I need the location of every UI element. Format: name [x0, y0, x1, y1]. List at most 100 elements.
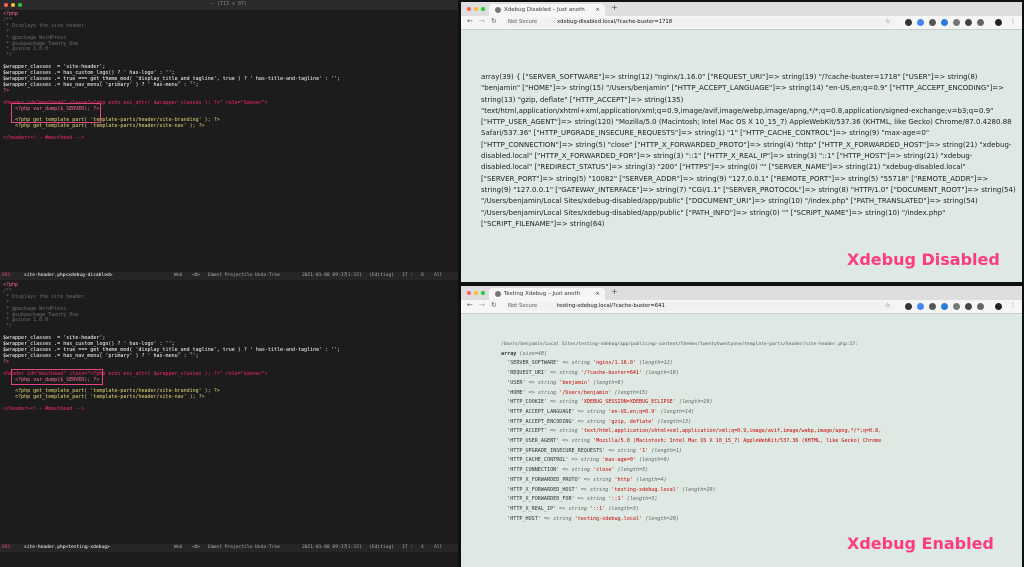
- minimize-window-icon[interactable]: [474, 7, 478, 11]
- var-dump-output: array(39) { ["SERVER_SOFTWARE"]=> string…: [481, 73, 1016, 228]
- url-text[interactable]: xdebug-disabled.local/?cache-buster=1718: [557, 18, 672, 27]
- dump-key: 'HTTP_COOKIE': [501, 399, 551, 406]
- reload-icon[interactable]: ↻: [491, 17, 497, 25]
- star-icon[interactable]: ☆: [885, 18, 890, 25]
- dump-value: '/?cache-buster=641': [580, 370, 646, 377]
- dump-value: 'Mozilla/5.0 (Macintosh; Intel Mac OS X …: [593, 438, 885, 445]
- zoom-window-icon[interactable]: [481, 7, 485, 11]
- dump-type: string: [586, 408, 609, 415]
- dump-value: 'max-age=0': [602, 457, 640, 464]
- dump-value: 'en-US,en;q=0.9': [608, 408, 661, 415]
- extension-icon[interactable]: [905, 303, 912, 310]
- dump-row: 'HTTP_ACCEPT_ENCODING' => string 'gzip, …: [501, 418, 884, 428]
- extension-icon[interactable]: [917, 303, 924, 310]
- profile-avatar-icon[interactable]: [995, 303, 1002, 310]
- tab-strip: Xdebug Disabled – Just anoth × +: [461, 2, 1022, 16]
- star-icon[interactable]: ☆: [885, 302, 890, 309]
- dump-value: 'nginx/1.16.0': [593, 360, 640, 367]
- browser-tab[interactable]: Xdebug Disabled – Just anoth ×: [489, 4, 605, 16]
- dump-type: string: [537, 389, 560, 396]
- reload-icon[interactable]: ↻: [491, 301, 497, 309]
- dump-arrow: =>: [562, 438, 572, 445]
- status-line: 17 :: [402, 273, 414, 278]
- browser-tab[interactable]: Testing Xdebug – Just anoth ×: [489, 288, 605, 300]
- dump-type: string: [537, 379, 560, 386]
- mode-line-top: 681 site-header.php<xdebug-disabled> Web…: [0, 272, 458, 280]
- dump-row: 'HTTP_CONNECTION' => string 'close' (len…: [501, 466, 884, 476]
- close-window-icon[interactable]: [467, 7, 471, 11]
- dump-arrow: =>: [562, 467, 572, 474]
- status-filename: site-header.php<testing-xdebug>: [24, 545, 110, 550]
- dump-type: string: [586, 496, 609, 503]
- page-content: array(39) { ["SERVER_SOFTWARE"]=> string…: [461, 30, 1022, 282]
- dump-type: string: [571, 360, 594, 367]
- code-line[interactable]: </header><!-- #masthead -->: [3, 406, 340, 413]
- tab-close-icon[interactable]: ×: [595, 4, 600, 16]
- dump-length: (length=29): [678, 399, 713, 406]
- forward-arrow-icon[interactable]: →: [479, 301, 485, 309]
- browser-window-enabled: Testing Xdebug – Just anoth × + ← → ↻ No…: [461, 286, 1022, 567]
- profile-avatar-icon[interactable]: [995, 19, 1002, 26]
- status-percent: All: [434, 273, 443, 278]
- dump-key: 'HTTP_USER_AGENT': [501, 438, 563, 445]
- status-time: 2021-01-08 09:37: [302, 273, 347, 278]
- extension-icon[interactable]: [953, 19, 960, 26]
- dump-key: 'HTTP_UPGRADE_INSECURE_REQUESTS': [501, 447, 609, 454]
- close-window-icon[interactable]: [467, 291, 471, 295]
- status-state: (Editing): [369, 545, 394, 550]
- extension-icon[interactable]: [929, 19, 936, 26]
- menu-dots-icon[interactable]: ⋮: [1010, 18, 1016, 25]
- address-bar[interactable]: Not Secure testing-xdebug.local/?cache-b…: [505, 302, 895, 311]
- code-buffer-bottom[interactable]: <?php/** * Displays the site header. * *…: [3, 282, 340, 413]
- back-arrow-icon[interactable]: ←: [467, 301, 473, 309]
- dump-value: 'http': [614, 476, 636, 483]
- status-mode: 681: [2, 545, 11, 550]
- extension-icon[interactable]: [941, 19, 948, 26]
- extension-icon[interactable]: [953, 303, 960, 310]
- extension-icon[interactable]: [965, 19, 972, 26]
- zoom-window-icon[interactable]: [481, 291, 485, 295]
- tab-close-icon[interactable]: ×: [595, 288, 600, 300]
- new-tab-plus-icon[interactable]: +: [611, 287, 618, 296]
- xdebug-enabled-label: Xdebug Enabled: [847, 534, 994, 553]
- menu-dots-icon[interactable]: ⋮: [1010, 302, 1016, 309]
- address-bar[interactable]: Not Secure xdebug-disabled.local/?cache-…: [505, 18, 895, 27]
- url-text[interactable]: testing-xdebug.local/?cache-buster=641: [557, 302, 665, 311]
- dump-arrow: =>: [562, 360, 572, 367]
- tab-title: Testing Xdebug – Just anoth: [504, 291, 581, 297]
- extension-icon[interactable]: [965, 303, 972, 310]
- extension-icon[interactable]: [905, 19, 912, 26]
- dump-row: 'HTTP_CACHE_CONTROL' => string 'max-age=…: [501, 456, 884, 466]
- dump-row: 'HTTP_UPGRADE_INSECURE_REQUESTS' => stri…: [501, 447, 884, 457]
- array-size: (size=40): [516, 350, 548, 357]
- dump-row: 'HTTP_USER_AGENT' => string 'Mozilla/5.0…: [501, 437, 884, 447]
- not-secure-label: Not Secure: [508, 19, 538, 25]
- status-mode: 681: [2, 273, 11, 278]
- dump-arrow: =>: [583, 476, 594, 483]
- new-tab-plus-icon[interactable]: +: [611, 3, 618, 12]
- tab-strip: Testing Xdebug – Just anoth × +: [461, 286, 1022, 300]
- dump-row: 'HTTP_HOST' => string 'testing-xdebug.lo…: [501, 515, 884, 525]
- back-arrow-icon[interactable]: ←: [467, 17, 473, 25]
- code-line[interactable]: </header><!-- #masthead -->: [3, 135, 340, 142]
- dump-type: string: [559, 428, 581, 435]
- array-label: array: [501, 350, 517, 357]
- forward-arrow-icon[interactable]: →: [479, 17, 485, 25]
- extension-icon[interactable]: [941, 303, 948, 310]
- status-plugins: Emmet Projectile Undo-Tree: [208, 273, 280, 278]
- dump-arrow: =>: [550, 428, 560, 435]
- toolbar: ← → ↻ Not Secure testing-xdebug.local/?c…: [461, 300, 1022, 314]
- status-filename: site-header.php<xdebug-disabled>: [24, 273, 113, 278]
- dump-key: 'HTTP_ACCEPT_ENCODING': [501, 418, 578, 425]
- status-line: 17 :: [402, 545, 414, 550]
- editor-pane-bottom[interactable]: <?php/** * Displays the site header. * *…: [0, 281, 458, 543]
- extension-icon[interactable]: [977, 303, 984, 310]
- dump-key: 'SERVER_SOFTWARE': [501, 360, 563, 367]
- dump-value: '::1': [608, 496, 627, 503]
- extension-icon[interactable]: [977, 19, 984, 26]
- minimize-window-icon[interactable]: [474, 291, 478, 295]
- extension-icon[interactable]: [917, 19, 924, 26]
- extension-icon[interactable]: [929, 303, 936, 310]
- browser-window-disabled: Xdebug Disabled – Just anoth × + ← → ↻ N…: [461, 2, 1022, 282]
- editor-pane-top[interactable]: <?php/** * Displays the site header. * *…: [0, 10, 458, 272]
